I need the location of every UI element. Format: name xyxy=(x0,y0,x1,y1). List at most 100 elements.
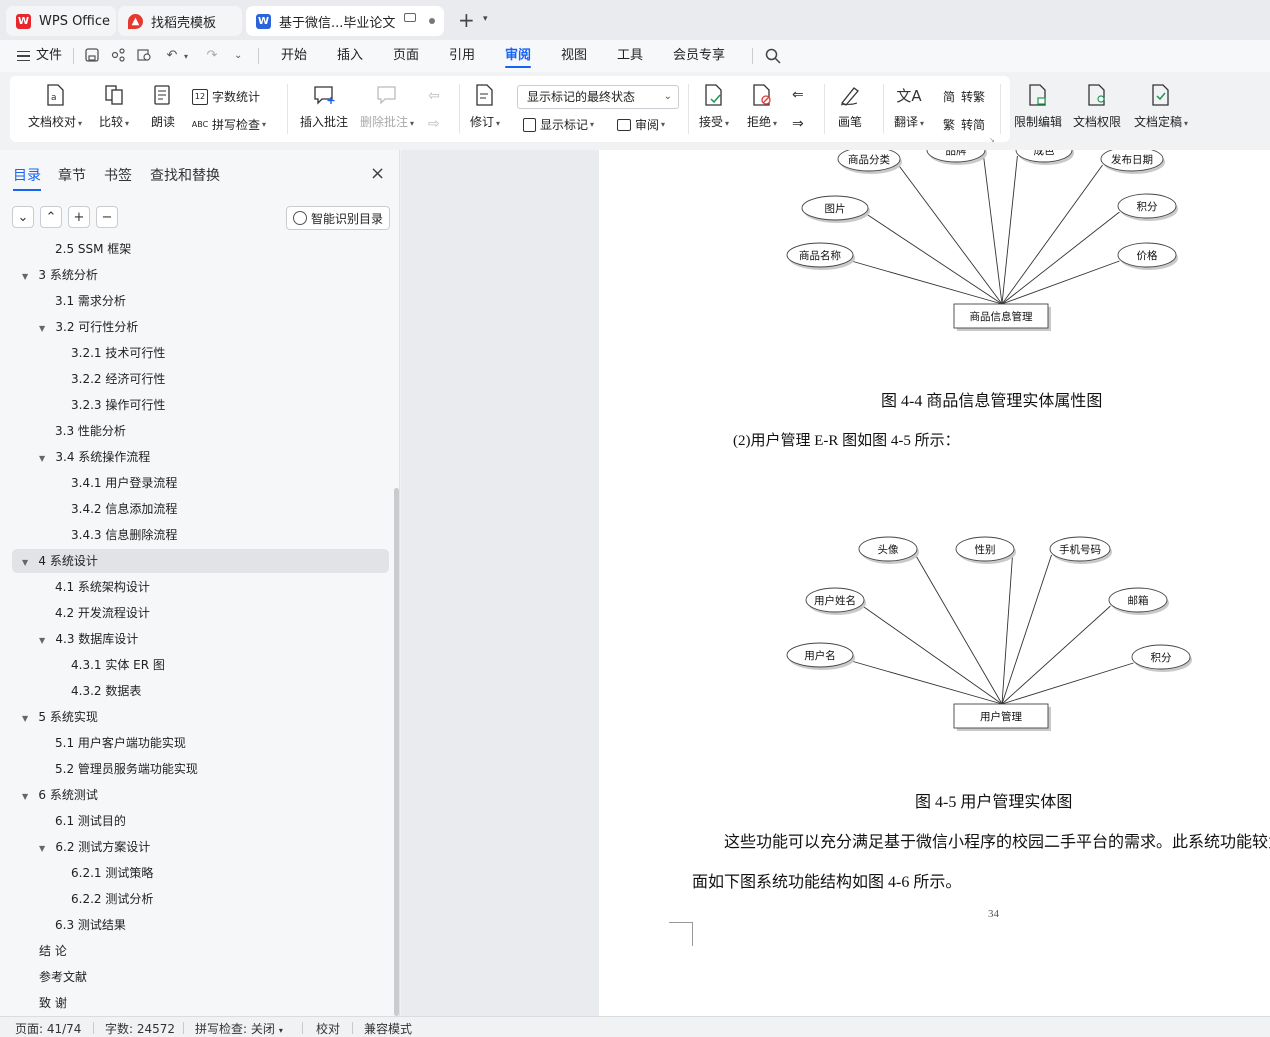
compare-button[interactable]: 比较 ▾ xyxy=(99,76,129,130)
tab-wps-office[interactable]: W WPS Office xyxy=(6,6,116,36)
toc-item[interactable]: 参考文献 xyxy=(39,964,87,990)
toc-item[interactable]: 3.3 性能分析 xyxy=(55,418,126,444)
tab-chapters[interactable]: 章节 xyxy=(58,165,86,185)
smart-toc-button[interactable]: 智能识别目录 xyxy=(286,206,390,230)
translate-button[interactable]: 文A 翻译 ▾ xyxy=(894,76,924,130)
toc-item[interactable]: 4.2 开发流程设计 xyxy=(55,600,150,626)
review-pane-button[interactable]: 审阅 ▾ xyxy=(617,116,665,133)
tab-toc[interactable]: 目录 xyxy=(13,165,41,191)
toc-item[interactable]: ▼ 5 系统实现 xyxy=(22,704,98,730)
toc-item[interactable]: 6.1 测试目的 xyxy=(55,808,126,834)
toc-item[interactable]: 3.4.2 信息添加流程 xyxy=(71,496,177,522)
spell-check-button[interactable]: ABC 拼写检查 ▾ xyxy=(192,116,266,133)
close-icon[interactable]: × xyxy=(370,163,385,184)
tab-list-chevron-icon[interactable]: ▾ xyxy=(483,14,488,24)
to-simplified-button[interactable]: 繁 转简 xyxy=(941,116,985,133)
doc-permission-button[interactable]: 文档权限 xyxy=(1073,76,1121,130)
menu-view[interactable]: 视图 xyxy=(561,40,587,72)
menu-review[interactable]: 审阅 xyxy=(505,40,532,72)
previous-comment-icon[interactable]: ⇦ xyxy=(428,88,440,104)
tab-find-replace[interactable]: 查找和替换 xyxy=(150,165,220,185)
add-heading-button[interactable]: + xyxy=(68,206,90,228)
toc-item[interactable]: 5.1 用户客户端功能实现 xyxy=(55,730,186,756)
collapse-triangle-icon[interactable]: ▼ xyxy=(39,316,53,342)
proofread-button[interactable]: a 文档校对 ▾ xyxy=(28,76,82,130)
remove-heading-button[interactable]: − xyxy=(96,206,118,228)
save-icon[interactable] xyxy=(84,48,100,64)
finalize-button[interactable]: 文档定稿 ▾ xyxy=(1134,76,1188,130)
collapse-triangle-icon[interactable]: ▼ xyxy=(22,784,36,810)
search-icon[interactable] xyxy=(765,48,781,67)
previous-change-icon[interactable]: ⇐ xyxy=(792,87,804,103)
word-count-button[interactable]: 12 字数统计 xyxy=(192,88,260,105)
redo-dropdown-icon[interactable]: ⌄ xyxy=(234,50,242,61)
toc-item[interactable]: 致 谢 xyxy=(39,990,67,1012)
share-icon[interactable] xyxy=(110,48,126,64)
toc-item[interactable]: 3.2.1 技术可行性 xyxy=(71,340,165,366)
next-change-icon[interactable]: ⇒ xyxy=(792,116,804,132)
menu-membership[interactable]: 会员专享 xyxy=(673,40,725,72)
tab-template[interactable]: ▲ 找稻壳模板 xyxy=(118,6,242,36)
toc-item[interactable]: 4.3.1 实体 ER 图 xyxy=(71,652,165,678)
word-count-indicator[interactable]: 字数: 24572 xyxy=(105,1020,175,1037)
restrict-edit-button[interactable]: 限制编辑 xyxy=(1014,76,1062,130)
print-preview-icon[interactable] xyxy=(136,48,152,64)
show-markup-button[interactable]: 显示标记 ▾ xyxy=(523,116,594,133)
expand-all-button[interactable]: ⌄ xyxy=(12,206,34,228)
toc-scrollbar[interactable] xyxy=(394,488,399,1016)
undo-dropdown-icon[interactable]: ▾ xyxy=(184,52,188,61)
read-aloud-button[interactable]: 朗读 xyxy=(151,76,175,130)
document-page[interactable]: 商品名称 图片 商品分类 品牌 成色 发布日期 积分 价格 商品信息管理 用户名 用户姓名 头像 性别手… xyxy=(599,150,1270,1016)
hamburger-menu-icon[interactable] xyxy=(17,51,30,61)
next-comment-icon[interactable]: ⇨ xyxy=(428,116,440,132)
proof-status[interactable]: 校对 xyxy=(316,1020,340,1037)
pen-button[interactable]: 画笔 xyxy=(838,76,862,130)
toc-item[interactable]: 6.2.2 测试分析 xyxy=(71,886,153,912)
collapse-all-button[interactable]: ⌃ xyxy=(40,206,62,228)
page-indicator[interactable]: 页面: 41/74 xyxy=(15,1020,81,1037)
toc-item[interactable]: ▼ 3 系统分析 xyxy=(22,262,98,288)
collapse-triangle-icon[interactable]: ▼ xyxy=(22,550,36,576)
to-traditional-button[interactable]: 简 转繁 xyxy=(941,88,985,105)
accept-button[interactable]: 接受 ▾ xyxy=(699,76,729,130)
toc-item[interactable]: ▼ 6 系统测试 xyxy=(22,782,98,808)
toc-item[interactable]: 5.2 管理员服务端功能实现 xyxy=(55,756,198,782)
toc-item[interactable]: 3.1 需求分析 xyxy=(55,288,126,314)
menu-insert[interactable]: 插入 xyxy=(337,40,363,72)
toc-item[interactable]: 4.1 系统架构设计 xyxy=(55,574,150,600)
delete-comment-button[interactable]: 删除批注 ▾ xyxy=(360,76,414,130)
collapse-triangle-icon[interactable]: ▼ xyxy=(39,836,53,862)
menu-reference[interactable]: 引用 xyxy=(449,40,475,72)
menu-tools[interactable]: 工具 xyxy=(617,40,643,72)
toc-item[interactable]: ▼ 3.2 可行性分析 xyxy=(39,314,138,340)
menu-start[interactable]: 开始 xyxy=(281,40,307,72)
screen-icon[interactable] xyxy=(404,13,416,22)
collapse-triangle-icon[interactable]: ▼ xyxy=(39,446,53,472)
toc-item[interactable]: ▼ 4 系统设计 xyxy=(22,548,98,574)
tab-bookmarks[interactable]: 书签 xyxy=(104,165,132,185)
toc-item[interactable]: 3.2.3 操作可行性 xyxy=(71,392,165,418)
tab-document[interactable]: W 基于微信...毕业论文 xyxy=(246,6,444,36)
toc-item[interactable]: ▼ 3.4 系统操作流程 xyxy=(39,444,150,470)
spell-check-status[interactable]: 拼写检查: 关闭 ▾ xyxy=(195,1020,283,1037)
toc-item[interactable]: 3.4.1 用户登录流程 xyxy=(71,470,177,496)
collapse-triangle-icon[interactable]: ▼ xyxy=(39,628,53,654)
toc-item[interactable]: 6.2.1 测试策略 xyxy=(71,860,153,886)
new-tab-plus-icon[interactable]: + xyxy=(458,9,475,31)
toc-item[interactable]: 2.5 SSM 框架 xyxy=(55,242,131,262)
toc-item[interactable]: 6.3 测试结果 xyxy=(55,912,126,938)
markup-state-select[interactable]: 显示标记的最终状态 ⌄ xyxy=(517,85,679,109)
collapse-triangle-icon[interactable]: ▼ xyxy=(22,706,36,732)
menu-file[interactable]: 文件 xyxy=(36,40,62,72)
toc-item[interactable]: 4.3.2 数据表 xyxy=(71,678,141,704)
revise-button[interactable]: 修订 ▾ xyxy=(470,76,500,130)
toc-item[interactable]: 结 论 xyxy=(39,938,67,964)
collapse-triangle-icon[interactable]: ▼ xyxy=(22,264,36,290)
toc-item[interactable]: ▼ 6.2 测试方案设计 xyxy=(39,834,150,860)
ribbon-expand-icon[interactable]: ↘ xyxy=(989,136,995,144)
toc-item[interactable]: ▼ 4.3 数据库设计 xyxy=(39,626,138,652)
reject-button[interactable]: 拒绝 ▾ xyxy=(747,76,777,130)
toc-item[interactable]: 3.2.2 经济可行性 xyxy=(71,366,165,392)
insert-comment-button[interactable]: 插入批注 xyxy=(300,76,348,130)
menu-page[interactable]: 页面 xyxy=(393,40,419,72)
